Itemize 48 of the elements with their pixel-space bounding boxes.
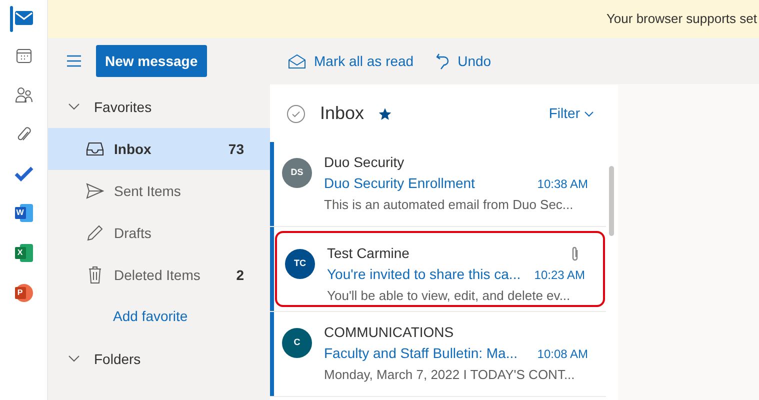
message-item[interactable]: C COMMUNICATIONS Faculty and Staff Bulletin: Ma... 10:08 AM Monday, March 7, 2022 I TODAY'S CONT... [274, 312, 606, 396]
section-heading[interactable]: Favorites [94, 96, 152, 118]
envelope-open-icon [288, 53, 306, 69]
timestamp: 10:23 AM [534, 266, 585, 284]
inbox-heading: Inbox [320, 102, 364, 125]
undo-icon [436, 52, 450, 70]
chevron-down-icon[interactable] [68, 103, 80, 111]
chevron-down-icon [584, 110, 594, 116]
message-preview: This is an automated email from Duo Sec... [324, 196, 574, 214]
sender-name: COMMUNICATIONS [324, 323, 455, 342]
add-favorite-link[interactable]: Add favorite [48, 296, 270, 336]
notification-banner-text: Your browser supports set [606, 10, 757, 28]
timestamp: 10:08 AM [537, 346, 588, 362]
subject: You're invited to share this ca... [327, 265, 522, 284]
new-message-button[interactable]: New message [96, 45, 207, 77]
subject: Faculty and Staff Bulletin: Ma... [324, 344, 519, 363]
menu-icon[interactable] [66, 55, 82, 67]
inbox-tray-icon [86, 141, 104, 157]
folder-item[interactable]: Inbox 73 [48, 128, 270, 170]
calendar-icon[interactable] [16, 48, 32, 64]
folder-item[interactable]: Drafts [48, 212, 270, 254]
select-all-icon[interactable] [286, 104, 306, 124]
message-preview: You'll be able to view, edit, and delete ev... [327, 287, 572, 305]
folder-item[interactable]: Sent Items [48, 170, 270, 212]
avatar: DS [282, 158, 312, 188]
powerpoint-app-icon[interactable]: P [14, 284, 32, 302]
checkmark-icon[interactable] [14, 166, 34, 182]
avatar: TC [285, 249, 315, 279]
subject: Duo Security Enrollment [324, 174, 476, 193]
timestamp: 10:38 AM [537, 176, 588, 192]
send-icon [86, 183, 104, 199]
sender-name: Duo Security [324, 153, 406, 172]
message-item[interactable]: TC Test Carmine You're invited to share this ca... 10:23 AM You'll be able to view, edit, and delete ev... [275, 231, 605, 307]
sender-name: Test Carmine [327, 244, 410, 263]
message-preview: Monday, March 7, 2022 I TODAY'S CONT... [324, 366, 576, 384]
undo-button[interactable]: Undo [436, 50, 492, 72]
people-icon[interactable] [14, 86, 32, 104]
folder-item[interactable]: Deleted Items 2 [48, 254, 270, 296]
mail-icon[interactable] [14, 10, 34, 26]
filter-button[interactable]: Filter [548, 103, 594, 124]
message-item[interactable]: DS Duo Security Duo Security Enrollment 10:38 AM This is an automated email from Duo Sec... [274, 142, 606, 226]
mark-read-button[interactable]: Mark all as read [288, 50, 414, 72]
chevron-down-icon[interactable] [68, 355, 80, 363]
star-icon[interactable] [378, 106, 392, 120]
pencil-icon [86, 224, 104, 242]
trash-icon [87, 266, 103, 284]
section-heading[interactable]: Folders [94, 348, 141, 370]
avatar: C [282, 328, 312, 358]
